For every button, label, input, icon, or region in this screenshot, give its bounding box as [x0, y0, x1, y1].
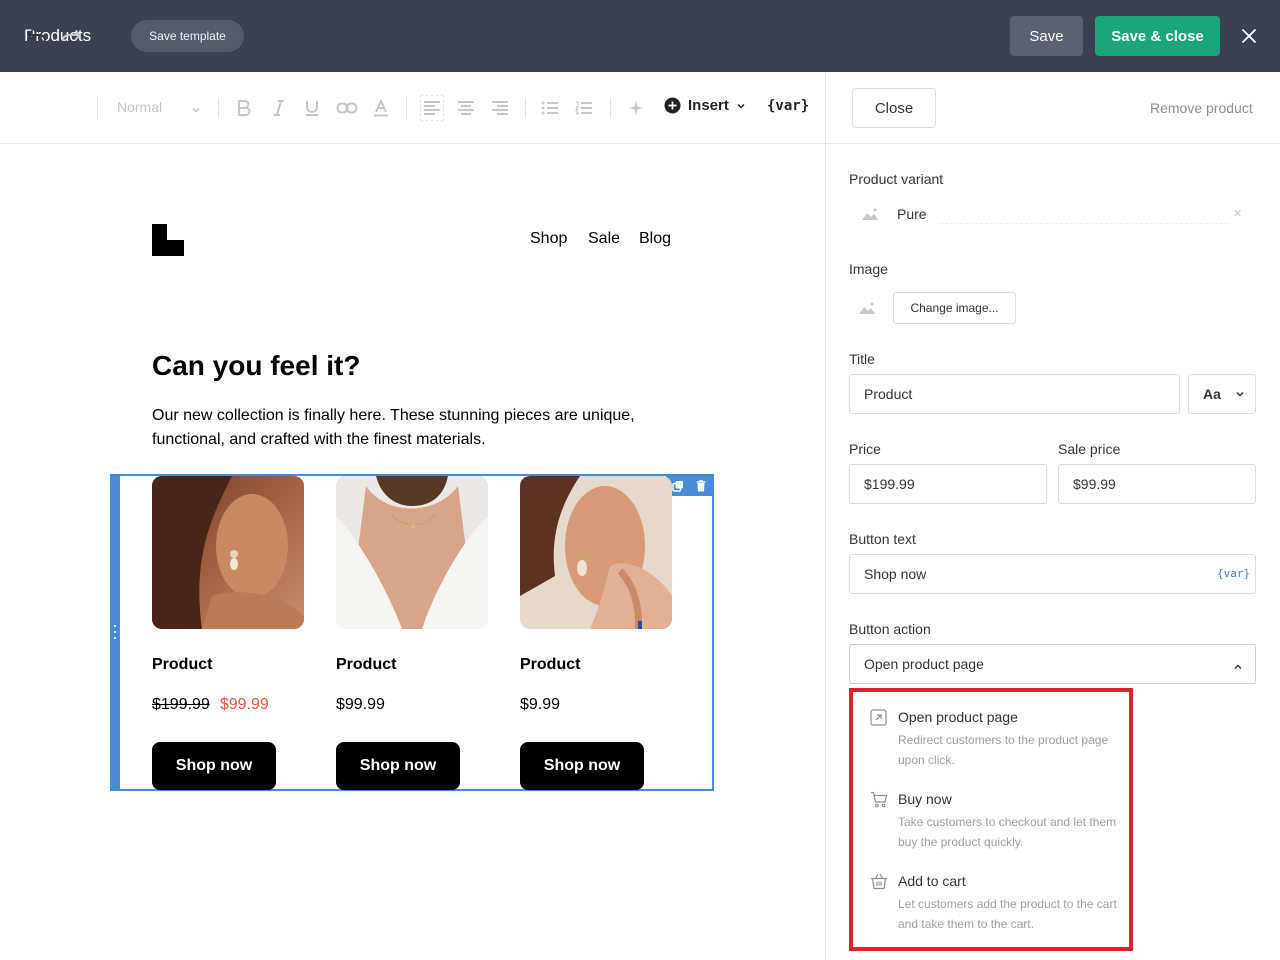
title-label: Title	[849, 351, 875, 367]
toolbar-divider	[406, 98, 407, 118]
basket-icon	[870, 873, 888, 891]
shop-now-button[interactable]: Shop now	[520, 742, 644, 790]
toolbar-divider	[218, 98, 219, 118]
sale-price-field[interactable]: $99.99	[1058, 464, 1256, 504]
image-placeholder-icon	[858, 301, 876, 315]
insert-variable-button[interactable]: {var}	[1217, 567, 1250, 580]
save-template-button[interactable]: Save template	[131, 20, 244, 52]
align-center-icon[interactable]	[456, 97, 476, 119]
plus-circle-icon	[664, 97, 681, 114]
clear-icon[interactable]: ✕	[1233, 207, 1242, 220]
brand-logo	[152, 224, 184, 256]
price-field[interactable]: $199.99	[849, 464, 1047, 504]
bullet-list-icon[interactable]	[540, 97, 560, 119]
drag-dots-icon	[113, 625, 117, 639]
text-style-select[interactable]: Normal	[117, 99, 162, 115]
chevron-down-icon	[191, 102, 201, 120]
price-label: Price	[849, 441, 881, 457]
italic-icon[interactable]	[271, 97, 287, 119]
external-link-icon	[870, 709, 888, 727]
product-title[interactable]: Product	[336, 656, 396, 674]
email-heading[interactable]: Can you feel it?	[152, 350, 360, 382]
nav-link-sale[interactable]: Sale	[588, 230, 620, 248]
chevron-down-icon	[1236, 391, 1244, 397]
insert-label: Insert	[688, 97, 729, 114]
dropdown-option-add-to-cart[interactable]: Add to cart	[898, 873, 966, 889]
bold-icon[interactable]	[236, 97, 252, 119]
nav-link-blog[interactable]: Blog	[639, 230, 671, 248]
dropdown-option-buy-now[interactable]: Buy now	[898, 791, 952, 807]
variable-button[interactable]: {var}	[767, 98, 809, 114]
product-image[interactable]	[520, 476, 672, 629]
toolbar-divider	[97, 98, 98, 118]
product-title[interactable]: Product	[520, 656, 580, 674]
cart-icon	[870, 791, 888, 809]
change-image-button[interactable]: Change image...	[893, 292, 1016, 324]
product-variant-value[interactable]: Pure	[897, 206, 927, 222]
shop-now-button[interactable]: Shop now	[152, 742, 276, 790]
align-right-icon[interactable]	[490, 97, 510, 119]
option-description: Take customers to checkout and let them …	[898, 815, 1117, 849]
redo-icon[interactable]	[60, 25, 82, 47]
image-label: Image	[849, 261, 888, 277]
product-image[interactable]	[152, 476, 304, 629]
panel-close-button[interactable]: Close	[852, 88, 936, 128]
underline-icon[interactable]	[304, 97, 320, 119]
button-action-select[interactable]: Open product page	[849, 644, 1256, 684]
nav-link-shop[interactable]: Shop	[530, 230, 567, 248]
align-left-icon[interactable]	[420, 95, 444, 121]
toolbar-divider	[525, 98, 526, 118]
product-price: $9.99	[520, 696, 561, 713]
email-body-text[interactable]: Our new collection is finally here. Thes…	[152, 404, 672, 452]
link-icon[interactable]	[336, 97, 358, 119]
product-price: $199.99 $99.99	[152, 696, 269, 714]
button-text-label: Button text	[849, 531, 916, 547]
block-tools	[666, 476, 712, 496]
insert-button[interactable]: Insert	[664, 97, 746, 114]
dropdown-option-open-product-page[interactable]: Open product page	[898, 709, 1018, 725]
button-action-label: Button action	[849, 621, 931, 637]
variant-divider	[940, 223, 1228, 224]
font-style-select[interactable]: Aa	[1188, 374, 1256, 414]
font-style-label: Aa	[1203, 386, 1221, 402]
image-placeholder-icon	[861, 207, 879, 221]
original-price: $199.99	[152, 696, 210, 713]
trash-icon[interactable]	[696, 480, 706, 492]
option-description: Let customers add the product to the car…	[898, 897, 1117, 931]
text-color-icon[interactable]	[372, 97, 390, 119]
button-text-field[interactable]: Shop now	[849, 554, 1256, 594]
title-field[interactable]: Product	[849, 374, 1180, 414]
chevron-down-icon	[737, 103, 745, 109]
duplicate-icon[interactable]	[672, 480, 684, 492]
product-price: $99.99	[336, 696, 385, 713]
chevron-up-icon	[1233, 659, 1243, 677]
sale-price-label: Sale price	[1058, 441, 1121, 457]
remove-product-link[interactable]: Remove product	[1150, 100, 1253, 116]
sale-price: $99.99	[219, 696, 269, 713]
toolbar-divider	[610, 98, 611, 118]
option-description: Redirect customers to the product page u…	[898, 733, 1109, 767]
product-image[interactable]	[336, 476, 488, 629]
close-icon[interactable]	[1239, 26, 1259, 46]
sparkle-icon[interactable]	[626, 97, 646, 119]
numbered-list-icon[interactable]	[574, 97, 594, 119]
product-variant-label: Product variant	[849, 171, 944, 187]
save-and-close-button[interactable]: Save & close	[1095, 16, 1220, 56]
product-title[interactable]: Product	[152, 656, 212, 674]
top-bar: Products Save template Save Save & close	[0, 0, 1280, 72]
shop-now-button[interactable]: Shop now	[336, 742, 460, 790]
save-button[interactable]: Save	[1010, 16, 1083, 56]
undo-icon[interactable]	[26, 25, 48, 47]
